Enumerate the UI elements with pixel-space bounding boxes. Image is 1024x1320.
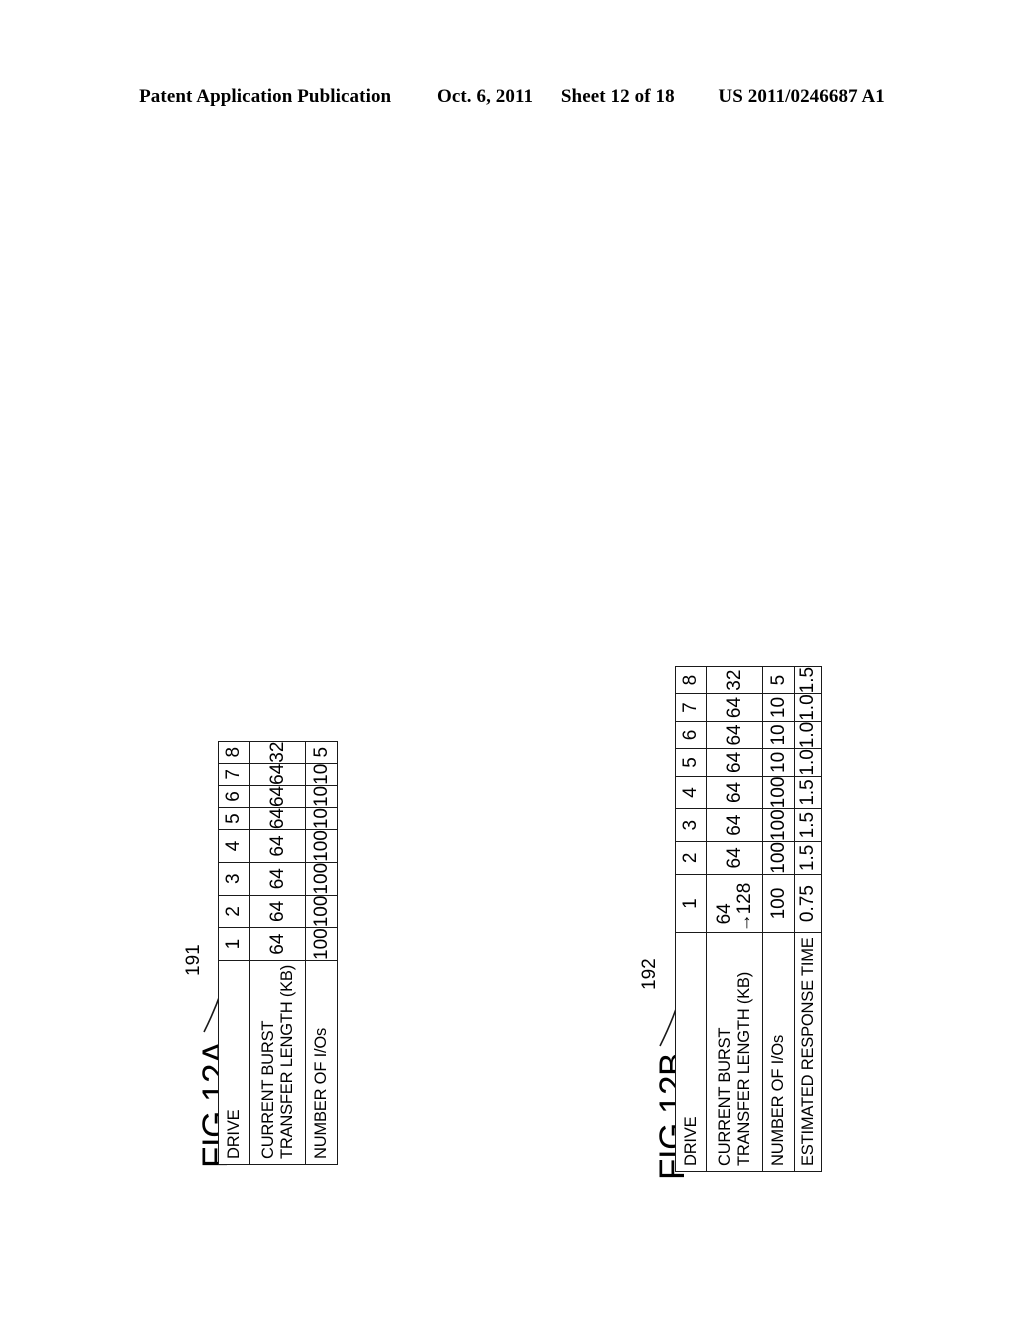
figure-12c: FIG.12C 193 DRIVE 1 2 3 4 5 6 7 8 — [455, 0, 875, 1320]
reference-numeral-191: 191 — [183, 944, 204, 976]
